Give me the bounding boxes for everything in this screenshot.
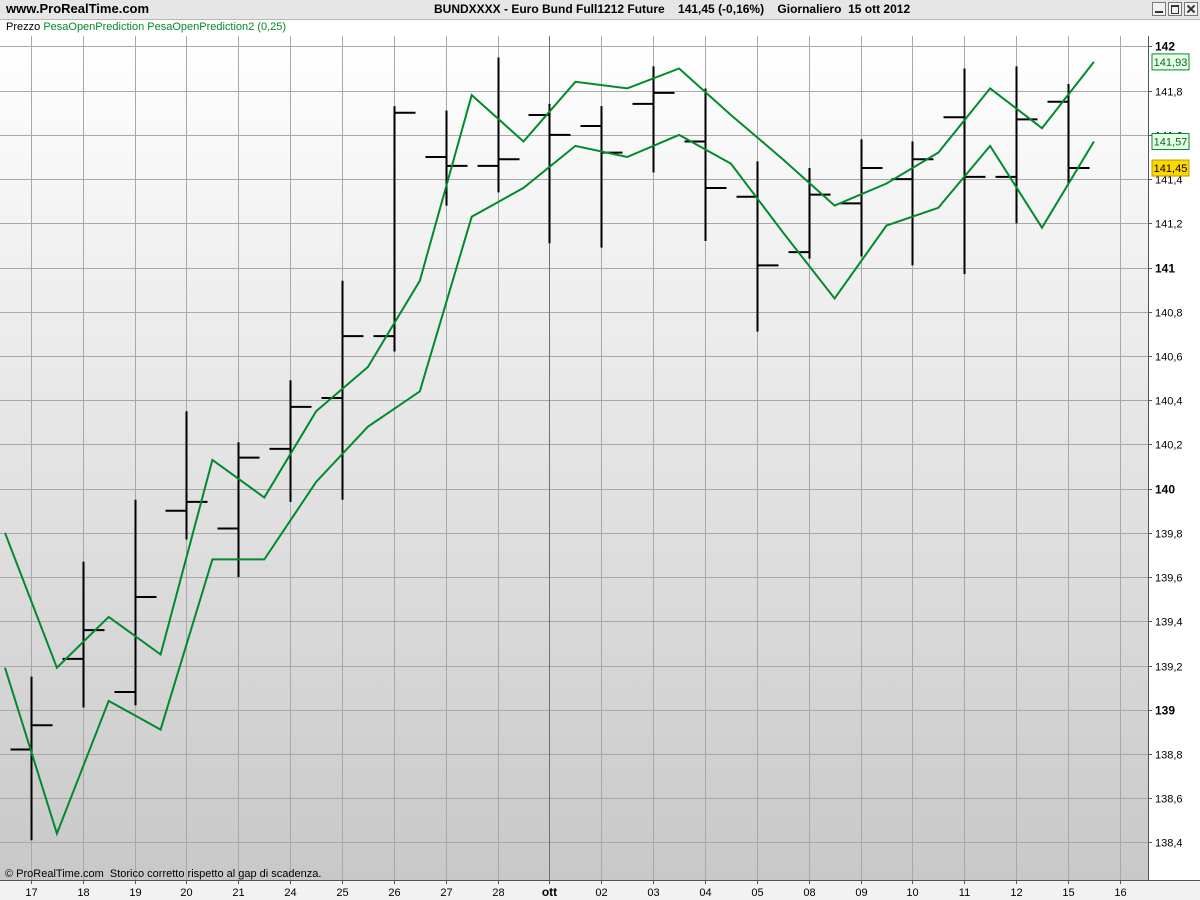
- chart-legend: Prezzo PesaOpenPrediction PesaOpenPredic…: [6, 21, 286, 33]
- x-tick-label: 28: [492, 887, 504, 899]
- x-tick-label: 19: [129, 887, 141, 899]
- y-tick-label: 140,8: [1155, 308, 1183, 320]
- x-tick-label: 15: [1062, 887, 1074, 899]
- y-tick-label: 140,4: [1155, 396, 1183, 408]
- x-tick-label: 18: [77, 887, 89, 899]
- x-tick-label: 03: [647, 887, 659, 899]
- y-tick-label: 138,4: [1155, 838, 1183, 850]
- x-tick-label: 02: [595, 887, 607, 899]
- y-tick-label: 141,8: [1155, 87, 1183, 99]
- price-badge-label: 141,57: [1154, 137, 1188, 149]
- y-tick-label: 139,8: [1155, 529, 1183, 541]
- x-tick-label: ott: [542, 885, 557, 899]
- legend-price-label: Prezzo: [6, 21, 41, 33]
- y-tick-label: 140,6: [1155, 352, 1183, 364]
- y-tick-label: 138,6: [1155, 794, 1183, 806]
- y-tick-label: 139,4: [1155, 617, 1183, 629]
- price-badge-label: 141,93: [1154, 57, 1188, 69]
- x-tick-label: 05: [751, 887, 763, 899]
- y-tick-label: 138,8: [1155, 750, 1183, 762]
- y-tick-label: 141: [1155, 262, 1175, 276]
- x-tick-label: 17: [25, 887, 37, 899]
- x-tick-label: 24: [284, 887, 296, 899]
- x-tick-label: 26: [388, 887, 400, 899]
- x-tick-label: 27: [440, 887, 452, 899]
- price-badge-label: 141,45: [1154, 163, 1188, 175]
- legend-indicators: PesaOpenPrediction PesaOpenPrediction2 (…: [43, 21, 287, 33]
- y-tick-label: 139,6: [1155, 573, 1183, 585]
- y-tick-label: 140: [1155, 483, 1175, 497]
- x-tick-label: 10: [906, 887, 918, 899]
- y-tick-label: 139,2: [1155, 662, 1183, 674]
- x-tick-label: 08: [803, 887, 815, 899]
- x-tick-label: 09: [855, 887, 867, 899]
- x-tick-label: 20: [180, 887, 192, 899]
- price-chart[interactable]: 138,4 138,6 138,8 139 139,2 139,4 139,6 139,8 14…: [0, 0, 1200, 900]
- x-tick-label: 11: [959, 887, 970, 899]
- y-tick-label: 142: [1155, 40, 1175, 54]
- x-tick-label: 21: [232, 887, 244, 899]
- x-tick-label: 16: [1114, 887, 1126, 899]
- y-tick-label: 140,2: [1155, 440, 1183, 452]
- x-tick-label: 25: [336, 887, 348, 899]
- y-tick-label: 141,2: [1155, 219, 1183, 231]
- footer-note: © ProRealTime.com Storico corretto rispe…: [5, 868, 322, 880]
- x-tick-label: 04: [699, 887, 711, 899]
- x-tick-label: 12: [1010, 887, 1022, 899]
- y-tick-label: 139: [1155, 704, 1175, 718]
